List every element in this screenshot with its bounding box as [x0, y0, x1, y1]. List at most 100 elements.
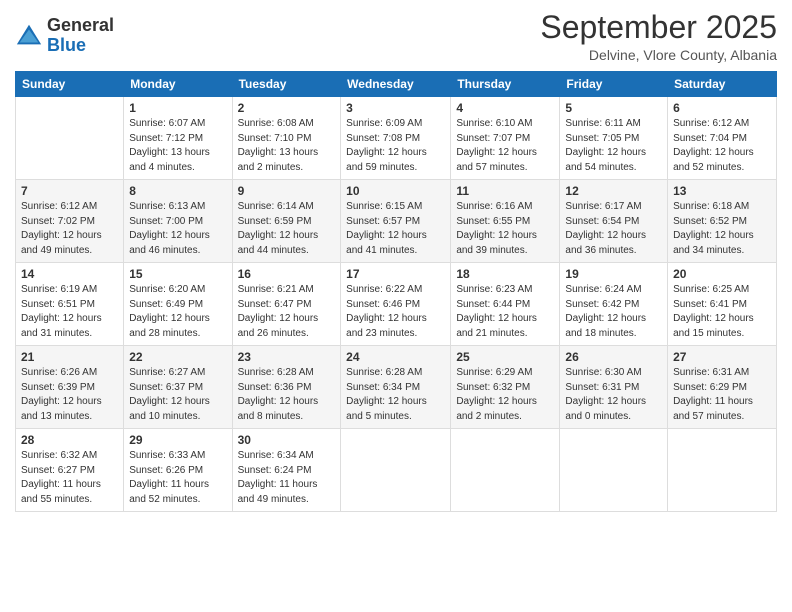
- day-number: 2: [238, 101, 336, 115]
- calendar-cell-w0d1: 1 Sunrise: 6:07 AM Sunset: 7:12 PM Daylig…: [124, 97, 232, 180]
- day-detail: Sunrise: 6:34 AM Sunset: 6:24 PM Dayligh…: [238, 449, 336, 507]
- day-detail: Sunrise: 6:07 AM Sunset: 7:12 PM Dayligh…: [129, 117, 226, 175]
- day-detail: Sunrise: 6:24 AM Sunset: 6:42 PM Dayligh…: [565, 283, 662, 341]
- day-detail: Sunrise: 6:14 AM Sunset: 6:59 PM Dayligh…: [238, 200, 336, 258]
- calendar-cell-w0d3: 3Sunrise: 6:09 AM Sunset: 7:08 PM Daylig…: [341, 97, 451, 180]
- day-detail: Sunrise: 6:20 AM Sunset: 6:49 PM Dayligh…: [129, 283, 226, 341]
- day-number: 28: [21, 433, 118, 447]
- day-number: 20: [673, 267, 771, 281]
- day-detail: Sunrise: 6:15 AM Sunset: 6:57 PM Dayligh…: [346, 200, 445, 258]
- day-number: 11: [456, 184, 554, 198]
- day-number: 30: [238, 433, 336, 447]
- col-friday: Friday: [560, 72, 668, 97]
- calendar-cell-w4d4: [451, 429, 560, 512]
- col-monday: Monday: [124, 72, 232, 97]
- day-detail: Sunrise: 6:28 AM Sunset: 6:36 PM Dayligh…: [238, 366, 336, 424]
- logo-general-text: General: [47, 16, 114, 36]
- calendar-cell-w1d4: 11Sunrise: 6:16 AM Sunset: 6:55 PM Dayli…: [451, 180, 560, 263]
- calendar-cell-w0d5: 5 Sunrise: 6:11 AM Sunset: 7:05 PM Daylig…: [560, 97, 668, 180]
- calendar-cell-w4d5: [560, 429, 668, 512]
- page: General Blue September 2025 Delvine, Vlo…: [0, 0, 792, 612]
- calendar-cell-w1d3: 10 Sunrise: 6:15 AM Sunset: 6:57 PM Dayli…: [341, 180, 451, 263]
- logo: General Blue: [15, 16, 114, 56]
- day-detail: Sunrise: 6:12 AM Sunset: 7:02 PM Dayligh…: [21, 200, 118, 258]
- day-number: 22: [129, 350, 226, 364]
- calendar-cell-w2d5: 19Sunrise: 6:24 AM Sunset: 6:42 PM Dayli…: [560, 263, 668, 346]
- calendar-week-row-3: 21Sunrise: 6:26 AM Sunset: 6:39 PM Dayli…: [16, 346, 777, 429]
- day-detail: Sunrise: 6:31 AM Sunset: 6:29 PM Dayligh…: [673, 366, 771, 424]
- header: General Blue September 2025 Delvine, Vlo…: [15, 10, 777, 63]
- day-detail: Sunrise: 6:19 AM Sunset: 6:51 PM Dayligh…: [21, 283, 118, 341]
- day-number: 9: [238, 184, 336, 198]
- calendar-cell-w3d0: 21Sunrise: 6:26 AM Sunset: 6:39 PM Dayli…: [16, 346, 124, 429]
- calendar-week-row-0: 1 Sunrise: 6:07 AM Sunset: 7:12 PM Daylig…: [16, 97, 777, 180]
- calendar-cell-w2d4: 18Sunrise: 6:23 AM Sunset: 6:44 PM Dayli…: [451, 263, 560, 346]
- day-number: 7: [21, 184, 118, 198]
- col-sunday: Sunday: [16, 72, 124, 97]
- calendar-cell-w3d6: 27 Sunrise: 6:31 AM Sunset: 6:29 PM Dayli…: [668, 346, 777, 429]
- calendar-cell-w1d2: 9 Sunrise: 6:14 AM Sunset: 6:59 PM Daylig…: [232, 180, 341, 263]
- calendar-cell-w4d3: [341, 429, 451, 512]
- calendar-cell-w0d4: 4 Sunrise: 6:10 AM Sunset: 7:07 PM Daylig…: [451, 97, 560, 180]
- calendar-cell-w2d2: 16 Sunrise: 6:21 AM Sunset: 6:47 PM Dayli…: [232, 263, 341, 346]
- logo-icon: [15, 22, 43, 50]
- day-detail: Sunrise: 6:27 AM Sunset: 6:37 PM Dayligh…: [129, 366, 226, 424]
- calendar-cell-w4d1: 29Sunrise: 6:33 AM Sunset: 6:26 PM Dayli…: [124, 429, 232, 512]
- day-detail: Sunrise: 6:17 AM Sunset: 6:54 PM Dayligh…: [565, 200, 662, 258]
- calendar-cell-w4d6: [668, 429, 777, 512]
- day-detail: Sunrise: 6:22 AM Sunset: 6:46 PM Dayligh…: [346, 283, 445, 341]
- day-number: 16: [238, 267, 336, 281]
- title-block: September 2025 Delvine, Vlore County, Al…: [540, 10, 777, 63]
- calendar-cell-w4d2: 30 Sunrise: 6:34 AM Sunset: 6:24 PM Dayli…: [232, 429, 341, 512]
- day-number: 5: [565, 101, 662, 115]
- day-number: 3: [346, 101, 445, 115]
- col-saturday: Saturday: [668, 72, 777, 97]
- day-number: 24: [346, 350, 445, 364]
- calendar-cell-w0d6: 6Sunrise: 6:12 AM Sunset: 7:04 PM Daylig…: [668, 97, 777, 180]
- day-number: 29: [129, 433, 226, 447]
- calendar-cell-w1d5: 12 Sunrise: 6:17 AM Sunset: 6:54 PM Dayli…: [560, 180, 668, 263]
- day-number: 25: [456, 350, 554, 364]
- logo-text: General Blue: [47, 16, 114, 56]
- calendar-cell-w1d0: 7 Sunrise: 6:12 AM Sunset: 7:02 PM Daylig…: [16, 180, 124, 263]
- day-number: 1: [129, 101, 226, 115]
- day-number: 4: [456, 101, 554, 115]
- calendar-week-row-1: 7 Sunrise: 6:12 AM Sunset: 7:02 PM Daylig…: [16, 180, 777, 263]
- day-detail: Sunrise: 6:08 AM Sunset: 7:10 PM Dayligh…: [238, 117, 336, 175]
- day-detail: Sunrise: 6:23 AM Sunset: 6:44 PM Dayligh…: [456, 283, 554, 341]
- calendar-cell-w3d5: 26Sunrise: 6:30 AM Sunset: 6:31 PM Dayli…: [560, 346, 668, 429]
- calendar-cell-w0d2: 2 Sunrise: 6:08 AM Sunset: 7:10 PM Daylig…: [232, 97, 341, 180]
- day-detail: Sunrise: 6:28 AM Sunset: 6:34 PM Dayligh…: [346, 366, 445, 424]
- calendar-cell-w3d1: 22 Sunrise: 6:27 AM Sunset: 6:37 PM Dayli…: [124, 346, 232, 429]
- day-number: 15: [129, 267, 226, 281]
- day-detail: Sunrise: 6:29 AM Sunset: 6:32 PM Dayligh…: [456, 366, 554, 424]
- calendar-cell-w3d2: 23 Sunrise: 6:28 AM Sunset: 6:36 PM Dayli…: [232, 346, 341, 429]
- calendar-cell-w2d6: 20Sunrise: 6:25 AM Sunset: 6:41 PM Dayli…: [668, 263, 777, 346]
- day-detail: Sunrise: 6:10 AM Sunset: 7:07 PM Dayligh…: [456, 117, 554, 175]
- calendar-cell-w4d0: 28 Sunrise: 6:32 AM Sunset: 6:27 PM Dayli…: [16, 429, 124, 512]
- calendar-cell-w3d3: 24 Sunrise: 6:28 AM Sunset: 6:34 PM Dayli…: [341, 346, 451, 429]
- day-number: 12: [565, 184, 662, 198]
- day-detail: Sunrise: 6:21 AM Sunset: 6:47 PM Dayligh…: [238, 283, 336, 341]
- day-detail: Sunrise: 6:13 AM Sunset: 7:00 PM Dayligh…: [129, 200, 226, 258]
- day-number: 17: [346, 267, 445, 281]
- day-detail: Sunrise: 6:26 AM Sunset: 6:39 PM Dayligh…: [21, 366, 118, 424]
- day-number: 23: [238, 350, 336, 364]
- day-number: 8: [129, 184, 226, 198]
- day-detail: Sunrise: 6:11 AM Sunset: 7:05 PM Dayligh…: [565, 117, 662, 175]
- calendar-cell-w1d1: 8 Sunrise: 6:13 AM Sunset: 7:00 PM Daylig…: [124, 180, 232, 263]
- calendar-week-row-2: 14 Sunrise: 6:19 AM Sunset: 6:51 PM Dayli…: [16, 263, 777, 346]
- calendar-cell-w3d4: 25 Sunrise: 6:29 AM Sunset: 6:32 PM Dayli…: [451, 346, 560, 429]
- day-number: 27: [673, 350, 771, 364]
- day-number: 14: [21, 267, 118, 281]
- calendar-cell-w2d3: 17 Sunrise: 6:22 AM Sunset: 6:46 PM Dayli…: [341, 263, 451, 346]
- calendar-header-row: Sunday Monday Tuesday Wednesday Thursday…: [16, 72, 777, 97]
- day-number: 10: [346, 184, 445, 198]
- location: Delvine, Vlore County, Albania: [540, 47, 777, 63]
- calendar-cell-w0d0: [16, 97, 124, 180]
- col-wednesday: Wednesday: [341, 72, 451, 97]
- day-detail: Sunrise: 6:32 AM Sunset: 6:27 PM Dayligh…: [21, 449, 118, 507]
- col-thursday: Thursday: [451, 72, 560, 97]
- day-detail: Sunrise: 6:30 AM Sunset: 6:31 PM Dayligh…: [565, 366, 662, 424]
- day-number: 6: [673, 101, 771, 115]
